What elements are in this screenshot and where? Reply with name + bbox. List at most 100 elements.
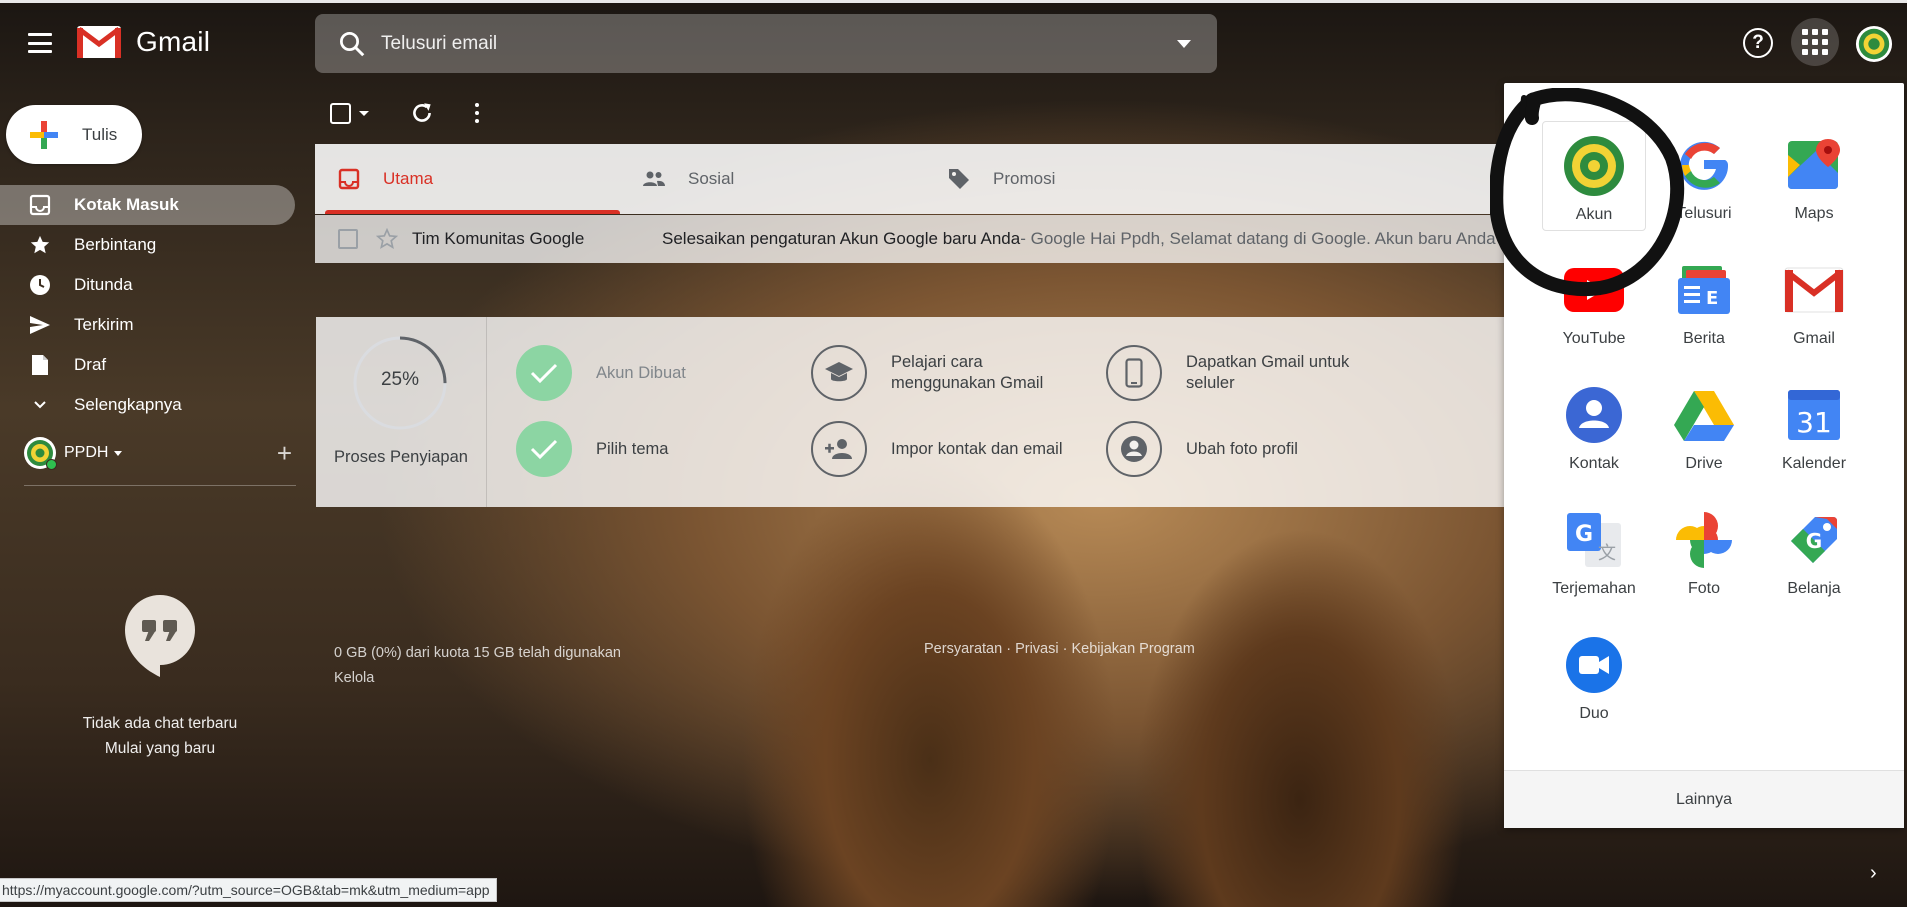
category-tabs: Utama Sosial Promosi — [315, 144, 1505, 214]
online-status-dot — [46, 459, 57, 470]
task-label: Pelajari cara menggunakan Gmail — [891, 353, 1044, 392]
app-search[interactable]: Telusuri — [1652, 121, 1756, 231]
more-options-icon[interactable] — [475, 103, 479, 123]
task-account-created[interactable]: Akun Dibuat — [516, 345, 786, 401]
sidebar-item-drafts[interactable]: Draf — [0, 345, 295, 385]
app-label: Belanja — [1787, 580, 1841, 597]
tab-primary[interactable]: Utama — [315, 144, 620, 214]
app-translate[interactable]: G文 Terjemahan — [1542, 496, 1646, 606]
star-outline-icon[interactable] — [376, 228, 398, 250]
translate-icon: G文 — [1562, 508, 1626, 572]
task-change-photo[interactable]: Ubah foto profil — [1106, 421, 1376, 477]
tab-promotions[interactable]: Promosi — [925, 144, 1230, 214]
task-label: Akun Dibuat — [596, 363, 686, 382]
tab-social[interactable]: Sosial — [620, 144, 925, 214]
duo-icon — [1562, 633, 1626, 697]
storage-usage: 0 GB (0%) dari kuota 15 GB telah digunak… — [334, 645, 621, 661]
email-row[interactable]: Tim Komunitas Google Selesaikan pengatur… — [315, 215, 1505, 263]
svg-text:G: G — [1806, 529, 1822, 553]
task-mobile-gmail[interactable]: Dapatkan Gmail untuk seluler — [1106, 345, 1376, 401]
task-import-contacts[interactable]: Impor kontak dan email — [811, 421, 1081, 477]
search-options-caret-icon[interactable] — [1177, 40, 1191, 48]
footer-links[interactable]: Persyaratan · Privasi · Kebijakan Progra… — [924, 641, 1195, 657]
task-label: Pilih tema — [596, 439, 669, 458]
clock-icon — [28, 273, 52, 297]
sidebar-item-starred[interactable]: Berbintang — [0, 225, 295, 265]
chat-empty-text: Tidak ada chat terbaru — [82, 715, 238, 732]
manage-storage-link[interactable]: Kelola — [334, 666, 621, 691]
chat-empty-state: Tidak ada chat terbaru Mulai yang baru — [40, 711, 280, 761]
shopping-icon: G — [1782, 508, 1846, 572]
progress-percent: 25% — [380, 369, 420, 390]
youtube-icon — [1562, 258, 1626, 322]
app-account[interactable]: Akun — [1542, 121, 1646, 231]
main-menu-button[interactable] — [22, 28, 58, 58]
window-top-border — [0, 0, 1907, 3]
gmail-logo[interactable]: Gmail — [76, 25, 210, 59]
check-icon — [516, 421, 572, 477]
google-apps-button[interactable] — [1791, 18, 1839, 66]
compose-plus-icon — [30, 120, 58, 149]
hangouts-account-row[interactable]: PPDH + — [24, 437, 294, 470]
chat-start-link[interactable]: Mulai yang baru — [40, 736, 280, 761]
task-learn-gmail[interactable]: Pelajari cara menggunakan Gmail — [811, 345, 1081, 401]
app-label: Kontak — [1569, 455, 1619, 472]
svg-text:G: G — [1575, 522, 1593, 547]
tab-label: Sosial — [688, 169, 735, 188]
help-icon[interactable]: ? — [1743, 28, 1773, 58]
sidebar-item-more[interactable]: Selengkapnya — [0, 385, 295, 425]
refresh-icon[interactable] — [409, 100, 435, 126]
status-bar-url: https://myaccount.google.com/?utm_source… — [0, 878, 497, 902]
svg-text:E: E — [1706, 288, 1718, 309]
hangouts-quote-icon — [125, 595, 195, 677]
calendar-icon: 31 — [1782, 383, 1846, 447]
app-photos[interactable]: Foto — [1652, 496, 1756, 606]
app-label: Maps — [1794, 205, 1834, 222]
compose-button[interactable]: Tulis — [6, 105, 142, 164]
send-icon — [28, 313, 52, 337]
sidebar-item-label: Ditunda — [74, 275, 133, 294]
select-all-checkbox[interactable] — [330, 102, 351, 124]
app-maps[interactable]: Maps — [1762, 121, 1866, 231]
mail-toolbar — [330, 100, 479, 126]
app-label: Berita — [1683, 330, 1725, 347]
email-snippet: - Google Hai Ppdh, Selamat datang di Goo… — [1020, 229, 1496, 248]
add-icon[interactable]: + — [277, 440, 292, 466]
contacts-icon — [1562, 383, 1626, 447]
caret-down-icon[interactable] — [114, 450, 123, 456]
row-checkbox[interactable] — [338, 229, 358, 249]
star-icon — [28, 233, 52, 257]
search-icon[interactable] — [337, 29, 367, 59]
app-contacts[interactable]: Kontak — [1542, 371, 1646, 481]
more-apps-button[interactable]: Lainnya — [1504, 770, 1904, 828]
app-drive[interactable]: Drive — [1652, 371, 1756, 481]
sidebar-item-sent[interactable]: Terkirim — [0, 305, 295, 345]
search-bar[interactable] — [315, 14, 1217, 73]
task-choose-theme[interactable]: Pilih tema — [516, 421, 786, 477]
divider — [24, 485, 296, 486]
select-caret-icon[interactable] — [359, 110, 369, 116]
app-gmail[interactable]: Gmail — [1762, 246, 1866, 356]
sidebar-item-inbox[interactable]: Kotak Masuk — [0, 185, 295, 225]
draft-icon — [28, 353, 52, 377]
sidebar-item-snoozed[interactable]: Ditunda — [0, 265, 295, 305]
app-label: Foto — [1687, 580, 1720, 597]
app-youtube[interactable]: YouTube — [1542, 246, 1646, 356]
sidebar-item-label: Berbintang — [74, 235, 157, 254]
people-icon — [643, 171, 665, 186]
app-shopping[interactable]: G Belanja — [1762, 496, 1866, 606]
task-label: Ubah foto profil — [1186, 439, 1298, 458]
app-duo[interactable]: Duo — [1542, 621, 1646, 731]
app-news[interactable]: E Berita — [1652, 246, 1756, 356]
sidebar-item-label: Kotak Masuk — [74, 195, 179, 214]
app-calendar[interactable]: 31 Kalender — [1762, 371, 1866, 481]
search-input[interactable] — [381, 32, 1141, 55]
setup-progress-card: 25% Proses Penyiapan Akun Dibuat Pelajar… — [316, 317, 1506, 507]
progress-label: Proses Penyiapan — [334, 448, 468, 466]
email-sender: Tim Komunitas Google — [412, 229, 585, 248]
chevron-right-icon[interactable]: › — [1870, 862, 1877, 885]
divider — [486, 317, 487, 507]
inbox-icon — [338, 168, 360, 190]
account-avatar[interactable] — [1855, 25, 1893, 63]
svg-text:31: 31 — [1796, 406, 1832, 439]
